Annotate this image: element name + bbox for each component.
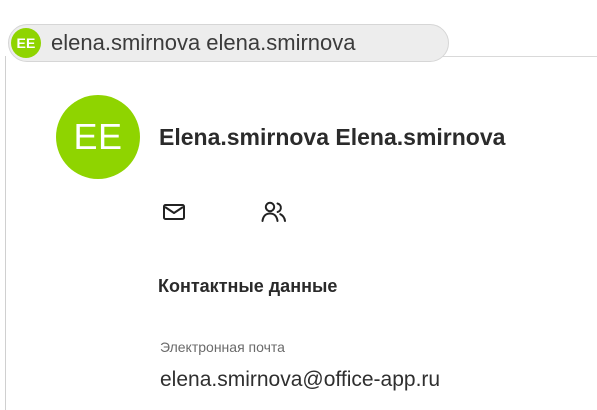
view-contacts-button[interactable]: [257, 197, 291, 231]
contact-section-title: Контактные данные: [158, 276, 338, 296]
profile-avatar: EE: [56, 95, 140, 179]
chip-avatar: EE: [11, 28, 41, 58]
person-card: EE elena.smirnova elena.smirnova EE Elen…: [0, 0, 597, 410]
mail-icon: [162, 202, 186, 227]
card-left-border: [5, 56, 6, 410]
profile-full-name: Elena.smirnova Elena.smirnova: [159, 124, 506, 150]
person-chip[interactable]: EE elena.smirnova elena.smirnova: [8, 24, 449, 62]
chip-name: elena.smirnova elena.smirnova: [51, 30, 356, 55]
email-label: Электронная почта: [160, 339, 285, 355]
email-link[interactable]: elena.smirnova@office-app.ru: [160, 368, 440, 392]
people-icon: [260, 200, 288, 229]
send-email-button[interactable]: [157, 197, 191, 231]
card-top-divider: [430, 56, 597, 57]
